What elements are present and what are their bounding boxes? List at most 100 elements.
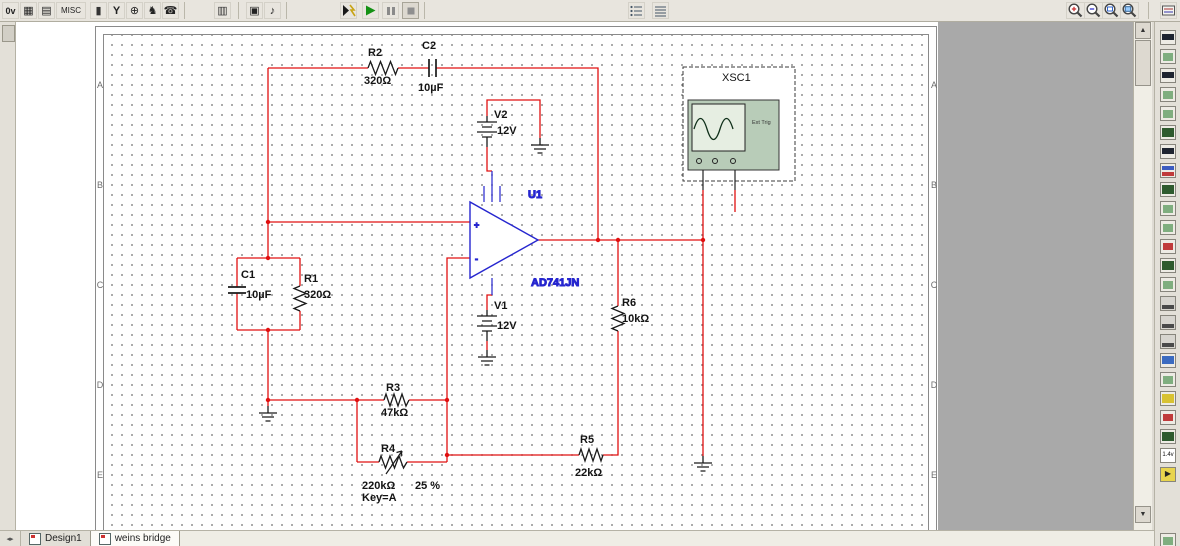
component-R2-ref[interactable]: R2 <box>368 47 382 59</box>
instrument-multimeter-icon[interactable] <box>1160 30 1176 45</box>
spreadsheet-view-icon[interactable] <box>652 2 669 19</box>
component-R4-percent[interactable]: 25 % <box>415 480 440 492</box>
component-V2[interactable]: V2 12V <box>477 109 517 147</box>
component-R4-ref[interactable]: R4 <box>381 443 396 455</box>
instrument-network-analyzer-icon[interactable] <box>1160 277 1176 292</box>
instrument-tektronix-oscilloscope-icon[interactable] <box>1160 353 1176 368</box>
place-bus-icon[interactable]: ♪ <box>264 2 281 19</box>
instrument-run-probe-icon[interactable]: ▶ <box>1160 467 1176 482</box>
instrument-elvis-icon[interactable] <box>1160 372 1176 387</box>
component-R3-value[interactable]: 47kΩ <box>381 407 408 419</box>
instrument-preset-icon[interactable] <box>1160 429 1176 444</box>
power-components-icon[interactable]: ▤ <box>38 2 55 19</box>
component-C2-ref[interactable]: C2 <box>422 40 436 52</box>
toolbar-separator <box>238 2 239 19</box>
instrument-wattmeter-icon[interactable] <box>1160 68 1176 83</box>
component-R3-ref[interactable]: R3 <box>386 382 400 394</box>
electromechanical-components-icon[interactable]: ⊕ <box>126 2 143 19</box>
instrument-distortion-analyzer-icon[interactable] <box>1160 239 1176 254</box>
ni-components-icon[interactable]: ♞ <box>144 2 161 19</box>
toolbar-separator <box>184 2 185 19</box>
component-U1[interactable]: + - U1 AD741JN <box>469 171 580 295</box>
advanced-peripherals-icon[interactable]: ▮ <box>90 2 107 19</box>
component-R6-value[interactable]: 10kΩ <box>622 313 649 325</box>
component-R6-ref[interactable]: R6 <box>622 297 636 309</box>
zoom-in-icon <box>1068 3 1083 18</box>
zoom-out-button[interactable] <box>1084 2 1103 19</box>
interactive-simulation-icon[interactable] <box>340 2 357 19</box>
scroll-up-button[interactable]: ▲ <box>1135 22 1151 39</box>
vertical-scrollbar[interactable]: ▲ ▼ <box>1133 22 1152 530</box>
misc-components-icon[interactable]: MISC <box>56 2 86 19</box>
component-V1-value[interactable]: 12V <box>497 320 517 332</box>
component-V1-ref[interactable]: V1 <box>494 300 507 312</box>
zoom-fit-page-button[interactable] <box>1120 2 1139 19</box>
measurement-probe-toolbar-icon[interactable]: 0v <box>2 2 19 19</box>
component-R4-value[interactable]: 220kΩ <box>362 480 395 492</box>
component-C1-ref[interactable]: C1 <box>241 269 255 281</box>
pause-simulation-button[interactable] <box>382 2 399 19</box>
instrument-iv-analyzer-icon[interactable] <box>1160 220 1176 235</box>
instrument-four-channel-oscilloscope-icon[interactable] <box>1160 106 1176 121</box>
component-C1[interactable]: C1 10µF <box>228 269 272 301</box>
description-box-icon[interactable] <box>628 2 645 19</box>
component-R3[interactable]: R3 47kΩ <box>381 382 410 419</box>
instrument-corner-icon[interactable] <box>1160 533 1176 546</box>
hierarchical-block-icon[interactable]: ▣ <box>246 2 263 19</box>
instrument-frequency-counter-icon[interactable] <box>1160 144 1176 159</box>
potentiometer-symbol <box>378 454 408 470</box>
instrument-agilent-oscilloscope-icon[interactable] <box>1160 334 1176 349</box>
instrument-logic-converter-icon[interactable] <box>1160 182 1176 197</box>
instrument-oscilloscope-icon[interactable] <box>1160 87 1176 102</box>
component-V1[interactable]: V1 12V <box>477 300 517 341</box>
instrument-word-generator-icon[interactable] <box>1160 163 1176 178</box>
instrument-measurement-probe-icon[interactable]: 1.4v <box>1160 448 1176 463</box>
component-C1-value[interactable]: 10µF <box>246 289 272 301</box>
component-U1-value[interactable]: AD741JN <box>531 277 580 290</box>
zoom-area-button[interactable] <box>1102 2 1121 19</box>
instrument-bode-plotter-icon[interactable] <box>1160 125 1176 140</box>
component-U1-ref[interactable]: U1 <box>528 189 543 202</box>
mcu-components-icon[interactable]: ▥ <box>214 2 231 19</box>
scroll-down-button[interactable]: ▼ <box>1135 506 1151 523</box>
component-R5-value[interactable]: 22kΩ <box>575 467 602 479</box>
instrument-function-generator-icon[interactable] <box>1160 49 1176 64</box>
component-R2[interactable]: R2 320Ω <box>364 47 399 87</box>
connector-components-icon[interactable]: ☎ <box>162 2 179 19</box>
component-R2-value[interactable]: 320Ω <box>364 75 391 87</box>
component-C2[interactable]: C2 10µF <box>418 40 444 94</box>
ground-symbols[interactable] <box>259 138 712 472</box>
component-V2-value[interactable]: 12V <box>497 125 517 137</box>
component-R4-key[interactable]: Key=A <box>362 492 397 504</box>
component-R1-ref[interactable]: R1 <box>304 273 318 285</box>
play-icon <box>366 5 376 16</box>
indicator-components-icon[interactable]: ▦ <box>20 2 37 19</box>
component-R5[interactable]: R5 22kΩ <box>575 434 604 479</box>
design-toolbox-grip[interactable] <box>2 25 15 42</box>
instrument-agilent-function-generator-icon[interactable] <box>1160 296 1176 311</box>
rf-components-icon[interactable]: Y <box>108 2 125 19</box>
instrument-labview-icon[interactable] <box>1160 391 1176 406</box>
schematic-canvas[interactable]: A B C D E A B C D E R2 320Ω C2 10µF V2 1… <box>16 22 1133 530</box>
stop-simulation-button[interactable] <box>402 2 419 19</box>
toolbar-separator <box>424 2 425 19</box>
scrollbar-thumb[interactable] <box>1135 40 1151 86</box>
component-R5-ref[interactable]: R5 <box>580 434 594 446</box>
oscilloscope-screen <box>691 103 746 152</box>
instrument-agilent-multimeter-icon[interactable] <box>1160 315 1176 330</box>
zoom-in-button[interactable] <box>1066 2 1085 19</box>
run-simulation-button[interactable] <box>362 2 379 19</box>
tab-scroller[interactable]: ◂▸ <box>0 531 21 546</box>
instrument-XSC1[interactable]: XSC1 Ext Trig <box>682 66 796 190</box>
component-R1-value[interactable]: 320Ω <box>304 289 331 301</box>
instrument-logic-analyzer-icon[interactable] <box>1160 201 1176 216</box>
instrument-current-clamp-icon[interactable] <box>1160 410 1176 425</box>
instrument-XSC1-ref[interactable]: XSC1 <box>722 72 751 84</box>
instrument-spectrum-analyzer-icon[interactable] <box>1160 258 1176 273</box>
tab-design1[interactable]: Design1 <box>21 531 91 546</box>
component-C2-value[interactable]: 10µF <box>418 82 444 94</box>
tab-weins-bridge[interactable]: weins bridge <box>90 531 180 546</box>
component-R4[interactable]: R4 220kΩ 25 % Key=A <box>362 443 440 504</box>
component-V2-ref[interactable]: V2 <box>494 109 507 121</box>
instruments-panel-icon[interactable] <box>1160 2 1177 19</box>
